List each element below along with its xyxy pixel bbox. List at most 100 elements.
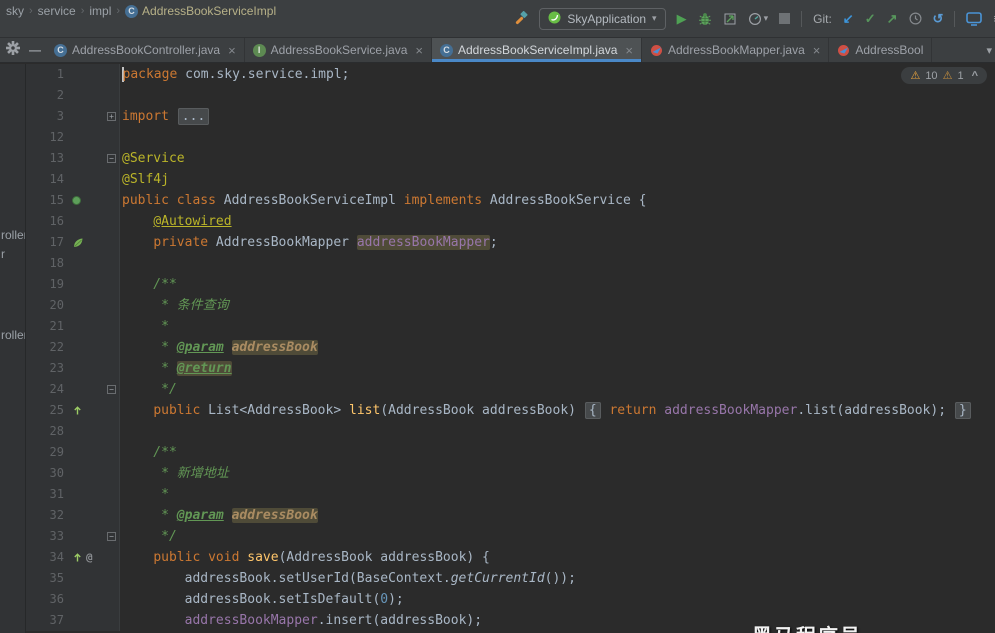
line-number[interactable]: 13 bbox=[26, 148, 68, 169]
debug-button[interactable] bbox=[698, 12, 712, 26]
code-text[interactable]: * 新增地址 bbox=[120, 463, 995, 484]
line-number[interactable]: 28 bbox=[26, 421, 68, 442]
code-text[interactable]: @Autowired bbox=[120, 211, 995, 232]
code-text[interactable]: * @param addressBook bbox=[120, 337, 995, 358]
build-tool-icon[interactable] bbox=[513, 11, 528, 26]
code-text[interactable]: @Slf4j bbox=[120, 169, 995, 190]
impl-gutter-icon[interactable] bbox=[72, 552, 83, 563]
code-text[interactable]: * @return bbox=[120, 358, 995, 379]
tab-close-icon[interactable]: × bbox=[813, 43, 821, 58]
line-number[interactable]: 32 bbox=[26, 505, 68, 526]
code-text[interactable]: /** bbox=[120, 442, 995, 463]
run-config-select[interactable]: SkyApplication ▾ bbox=[539, 7, 666, 30]
code-text[interactable] bbox=[120, 85, 995, 106]
code-text[interactable]: * bbox=[120, 484, 995, 505]
tab-close-icon[interactable]: × bbox=[228, 43, 236, 58]
code-text[interactable]: /** bbox=[120, 274, 995, 295]
code-text[interactable]: public class AddressBookServiceImpl impl… bbox=[120, 190, 995, 211]
profiler-button[interactable]: ▾ bbox=[748, 12, 768, 26]
code-text[interactable]: package com.sky.service.impl; bbox=[120, 64, 995, 85]
fold-marker-icon[interactable]: + bbox=[107, 112, 116, 121]
rollback-button[interactable]: ↺ bbox=[933, 11, 944, 27]
code-text[interactable]: public List<AddressBook> list(AddressBoo… bbox=[120, 400, 995, 421]
line-number[interactable]: 19 bbox=[26, 274, 68, 295]
code-text[interactable]: private AddressBookMapper addressBookMap… bbox=[120, 232, 995, 253]
line-number[interactable]: 1 bbox=[26, 64, 68, 85]
line-number[interactable]: 3 bbox=[26, 106, 68, 127]
code-text[interactable] bbox=[120, 127, 995, 148]
fold-marker-icon[interactable]: − bbox=[107, 385, 116, 394]
tab-close-icon[interactable]: × bbox=[625, 43, 633, 58]
clipped-tree-item[interactable]: roller bbox=[1, 228, 25, 242]
clipped-tree-item[interactable]: r bbox=[1, 247, 5, 261]
line-number[interactable]: 24 bbox=[26, 379, 68, 400]
code-text[interactable]: public void save(AddressBook addressBook… bbox=[120, 547, 995, 568]
line-number[interactable]: 17 bbox=[26, 232, 68, 253]
clipped-tree-item[interactable]: roller bbox=[1, 328, 25, 342]
run-button[interactable]: ▶ bbox=[677, 11, 687, 27]
line-number[interactable]: 23 bbox=[26, 358, 68, 379]
git-update-button[interactable]: ↙ bbox=[843, 11, 854, 27]
code-text[interactable]: addressBookMapper.insert(addressBook); bbox=[120, 610, 995, 631]
editor-tab[interactable]: C AddressBookServiceImpl.java × bbox=[432, 38, 642, 62]
code-text[interactable]: addressBook.setIsDefault(0); bbox=[120, 589, 995, 610]
code-text[interactable]: */ bbox=[120, 526, 995, 547]
line-number[interactable]: 2 bbox=[26, 85, 68, 106]
line-number[interactable]: 34 bbox=[26, 547, 68, 568]
line-number[interactable]: 31 bbox=[26, 484, 68, 505]
breadcrumb-item[interactable]: service bbox=[38, 4, 76, 18]
line-number[interactable]: 30 bbox=[26, 463, 68, 484]
stop-button[interactable] bbox=[779, 13, 791, 24]
terminal-monitor-icon[interactable] bbox=[966, 11, 983, 26]
chevron-up-icon[interactable]: ^ bbox=[972, 70, 978, 82]
editor-tab[interactable]: I AddressBookService.java × bbox=[245, 38, 432, 62]
line-number[interactable]: 15 bbox=[26, 190, 68, 211]
line-number[interactable]: 20 bbox=[26, 295, 68, 316]
line-number[interactable]: 18 bbox=[26, 253, 68, 274]
code-text[interactable]: * 条件查询 bbox=[120, 295, 995, 316]
git-commit-button[interactable]: ✓ bbox=[865, 11, 876, 27]
code-token: addressBookMapper bbox=[664, 403, 798, 418]
code-text[interactable]: import ... bbox=[120, 106, 995, 127]
inspections-widget[interactable]: ⚠ 10 ⚠ 1 ^ bbox=[901, 67, 987, 84]
code-text[interactable]: * bbox=[120, 316, 995, 337]
editor-tab[interactable]: C AddressBookController.java × bbox=[46, 38, 245, 62]
breadcrumb-item[interactable]: C AddressBookServiceImpl bbox=[125, 4, 276, 18]
gear-icon[interactable] bbox=[6, 40, 20, 60]
code-text[interactable]: addressBook.setUserId(BaseContext.getCur… bbox=[120, 568, 995, 589]
code-text[interactable]: * @param addressBook bbox=[120, 505, 995, 526]
bean-gutter-icon[interactable] bbox=[72, 196, 81, 205]
fold-marker-icon[interactable]: − bbox=[107, 154, 116, 163]
editor-tab[interactable]: AddressBookMapper.java × bbox=[642, 38, 830, 62]
line-number[interactable]: 14 bbox=[26, 169, 68, 190]
line-number[interactable]: 25 bbox=[26, 400, 68, 421]
line-number[interactable]: 29 bbox=[26, 442, 68, 463]
code-text[interactable] bbox=[120, 253, 995, 274]
leaf-gutter-icon[interactable] bbox=[72, 237, 84, 249]
hide-panel-icon[interactable]: — bbox=[29, 44, 41, 56]
line-number[interactable]: 12 bbox=[26, 127, 68, 148]
git-push-button[interactable]: ↗ bbox=[887, 11, 898, 27]
coverage-button[interactable] bbox=[723, 12, 737, 26]
line-number[interactable]: 33 bbox=[26, 526, 68, 547]
line-number[interactable]: 36 bbox=[26, 589, 68, 610]
tabs-dropdown-icon[interactable]: ▾ bbox=[986, 44, 992, 57]
tab-close-icon[interactable]: × bbox=[415, 43, 423, 58]
history-clock-icon[interactable] bbox=[908, 12, 922, 25]
fold-marker-icon[interactable]: − bbox=[107, 532, 116, 541]
code-text[interactable]: */ bbox=[120, 379, 995, 400]
breadcrumb-item[interactable]: impl bbox=[89, 4, 111, 18]
at-gutter-icon[interactable]: @ bbox=[86, 547, 93, 568]
code-text[interactable] bbox=[120, 421, 995, 442]
line-number[interactable]: 35 bbox=[26, 568, 68, 589]
code-token: AddressBookMapper bbox=[208, 235, 357, 250]
line-number[interactable]: 22 bbox=[26, 337, 68, 358]
editor-tab[interactable]: AddressBool bbox=[829, 38, 933, 62]
code-text[interactable]: @Service bbox=[120, 148, 995, 169]
code-area[interactable]: 1 package com.sky.service.impl; 2 3 + import … bbox=[26, 64, 995, 633]
line-number[interactable]: 21 bbox=[26, 316, 68, 337]
impl-gutter-icon[interactable] bbox=[72, 405, 83, 416]
line-number[interactable]: 16 bbox=[26, 211, 68, 232]
line-number[interactable]: 37 bbox=[26, 610, 68, 631]
breadcrumb-item[interactable]: sky bbox=[6, 4, 24, 18]
